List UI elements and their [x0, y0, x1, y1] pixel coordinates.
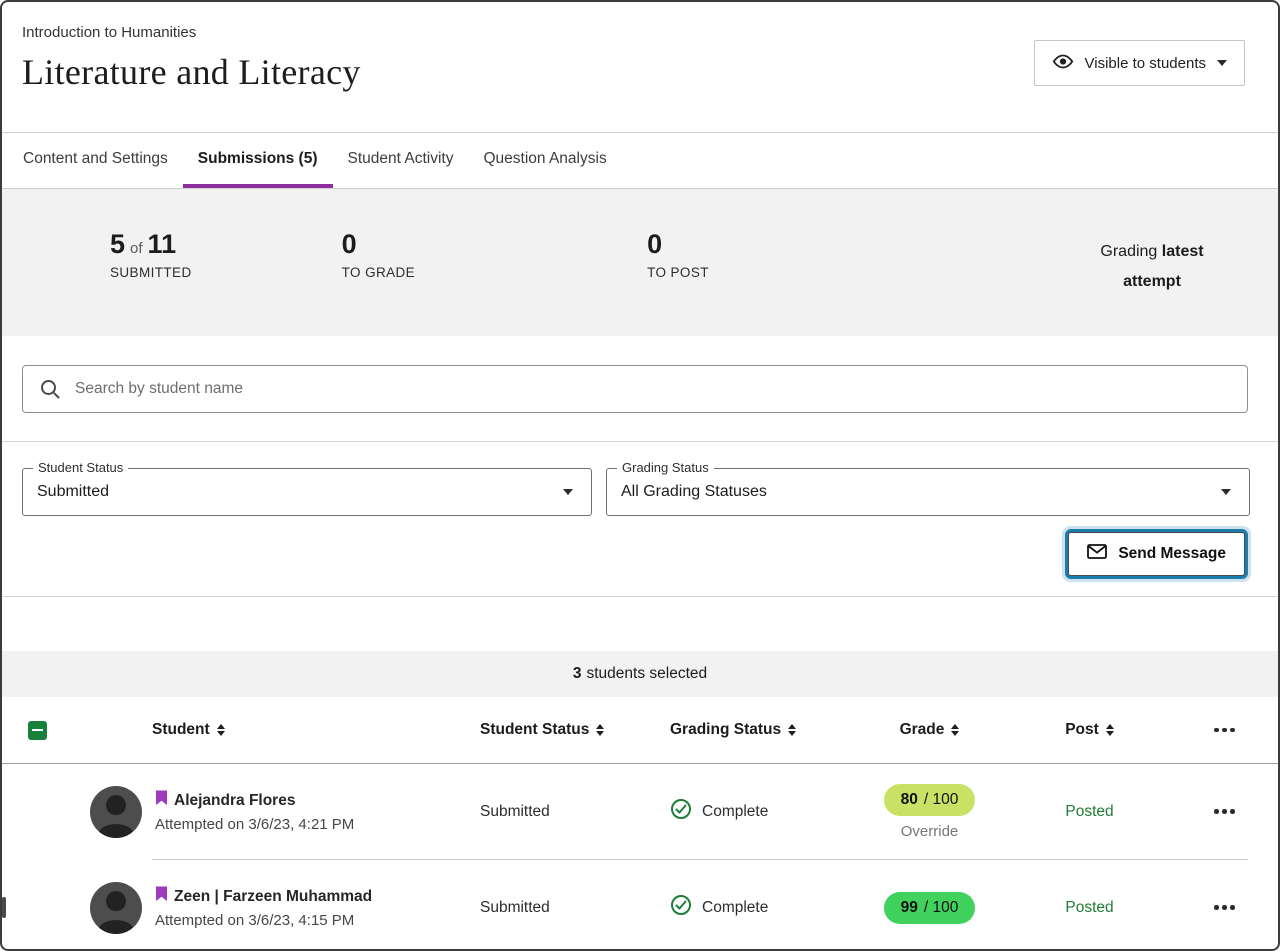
chevron-down-icon	[563, 489, 573, 495]
selection-label: students selected	[586, 665, 707, 683]
student-status-value: Submitted	[462, 899, 670, 917]
submitted-count: 5	[110, 229, 125, 259]
attempt-info: Attempted on 3/6/23, 4:15 PM	[155, 912, 372, 929]
avatar	[90, 882, 142, 934]
avatar	[90, 786, 142, 838]
grading-status-select-label: Grading Status	[617, 460, 714, 475]
filters-row: Student Status Submitted Grading Status …	[2, 442, 1278, 516]
column-grade: Grade	[900, 721, 945, 739]
table-row: Zeen | Farzeen Muhammad Attempted on 3/6…	[2, 860, 1278, 951]
grading-status-select[interactable]: Grading Status All Grading Statuses	[606, 468, 1250, 516]
student-name[interactable]: Alejandra Flores	[174, 792, 295, 810]
table-row: Alejandra Flores Attempted on 3/6/23, 4:…	[2, 764, 1278, 859]
sort-icon[interactable]	[1106, 724, 1114, 736]
send-message-label: Send Message	[1118, 545, 1226, 563]
to-post-count: 0	[647, 229, 709, 260]
grade-max: / 100	[924, 899, 958, 917]
complete-check-icon	[670, 798, 692, 825]
sort-icon[interactable]	[788, 724, 796, 736]
stats-bar: 5 of 11 SUBMITTED 0 TO GRADE 0 TO POST Gra…	[2, 189, 1278, 336]
select-all-checkbox[interactable]	[28, 721, 47, 740]
student-status-select-value: Submitted	[37, 483, 563, 501]
submitted-of: of	[130, 240, 143, 257]
grading-status-value: Complete	[702, 803, 768, 821]
stat-to-post: 0 TO POST	[647, 229, 709, 336]
attempt-info: Attempted on 3/6/23, 4:21 PM	[155, 816, 354, 833]
grading-mode: Grading latest attempt	[1082, 237, 1222, 336]
submitted-label: SUBMITTED	[110, 265, 192, 280]
column-grading-status: Grading Status	[670, 721, 781, 739]
post-status[interactable]: Posted	[1012, 803, 1167, 821]
row-checkbox[interactable]	[2, 897, 6, 918]
submitted-total: 11	[148, 229, 177, 259]
search-section	[2, 336, 1278, 441]
student-name[interactable]: Zeen | Farzeen Muhammad	[174, 888, 372, 906]
section-divider	[2, 596, 1278, 597]
chevron-down-icon	[1221, 489, 1231, 495]
post-status[interactable]: Posted	[1012, 899, 1167, 917]
student-status-value: Submitted	[462, 803, 670, 821]
tab-student-activity[interactable]: Student Activity	[333, 133, 469, 188]
selection-count: 3	[573, 665, 582, 682]
send-message-button[interactable]: Send Message	[1068, 532, 1245, 576]
column-post: Post	[1065, 721, 1099, 739]
grade-override-note: Override	[901, 823, 959, 840]
row-options-menu-icon[interactable]	[1208, 899, 1241, 916]
column-student: Student	[152, 721, 210, 739]
student-status-select[interactable]: Student Status Submitted	[22, 468, 592, 516]
chevron-down-icon	[1217, 60, 1227, 66]
grade-pill[interactable]: 99 / 100	[884, 892, 976, 924]
grade-max: / 100	[924, 791, 958, 809]
assessment-page: Introduction to Humanities Literature an…	[0, 0, 1280, 951]
bookmark-icon	[155, 790, 168, 811]
eye-icon	[1052, 54, 1074, 73]
search-icon	[39, 378, 61, 405]
page-header: Introduction to Humanities Literature an…	[2, 2, 1278, 133]
course-name: Introduction to Humanities	[22, 24, 1246, 41]
grade-pill[interactable]: 80 / 100	[884, 784, 976, 816]
send-message-row: Send Message	[2, 516, 1278, 596]
visibility-button[interactable]: Visible to students	[1034, 40, 1245, 86]
grade-value: 99	[901, 899, 918, 917]
grading-status-value: Complete	[702, 899, 768, 917]
grading-mode-prefix: Grading	[1100, 243, 1157, 260]
grade-value: 80	[901, 791, 918, 809]
grading-status-select-value: All Grading Statuses	[621, 483, 1221, 501]
search-input[interactable]	[22, 365, 1248, 413]
tab-bar: Content and Settings Submissions (5) Stu…	[2, 133, 1278, 189]
tab-submissions[interactable]: Submissions (5)	[183, 133, 333, 188]
envelope-icon	[1087, 544, 1107, 564]
sort-icon[interactable]	[596, 724, 604, 736]
visibility-label: Visible to students	[1085, 55, 1206, 72]
table-options-menu-icon[interactable]	[1208, 722, 1241, 739]
student-status-select-label: Student Status	[33, 460, 128, 475]
to-grade-label: TO GRADE	[342, 265, 415, 280]
selection-summary: 3 students selected	[2, 651, 1278, 697]
sort-icon[interactable]	[951, 724, 959, 736]
table-header-row: Student Student Status Grading Status Gr…	[2, 697, 1278, 764]
to-post-label: TO POST	[647, 265, 709, 280]
sort-icon[interactable]	[217, 724, 225, 736]
complete-check-icon	[670, 894, 692, 921]
stat-submitted: 5 of 11 SUBMITTED	[110, 229, 192, 336]
tab-question-analysis[interactable]: Question Analysis	[468, 133, 621, 188]
to-grade-count: 0	[342, 229, 415, 260]
row-options-menu-icon[interactable]	[1208, 803, 1241, 820]
bookmark-icon	[155, 886, 168, 907]
tab-content-and-settings[interactable]: Content and Settings	[8, 133, 183, 188]
stat-to-grade: 0 TO GRADE	[342, 229, 415, 336]
column-student-status: Student Status	[480, 721, 589, 739]
